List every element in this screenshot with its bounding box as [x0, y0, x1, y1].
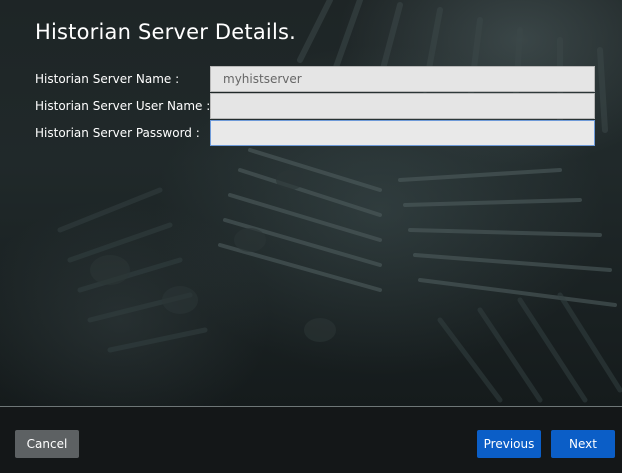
- next-button[interactable]: Next: [551, 430, 615, 458]
- user-name-label: Historian Server User Name :: [35, 99, 211, 113]
- background-image: [0, 0, 622, 406]
- turbine-blades-graphic: [57, 0, 622, 403]
- cancel-button[interactable]: Cancel: [15, 430, 79, 458]
- server-name-label: Historian Server Name :: [35, 72, 180, 86]
- previous-button[interactable]: Previous: [477, 430, 541, 458]
- password-field[interactable]: [210, 120, 595, 146]
- user-name-field[interactable]: [210, 93, 595, 119]
- server-name-field[interactable]: [210, 66, 595, 92]
- page-title: Historian Server Details.: [35, 20, 296, 44]
- password-label: Historian Server Password :: [35, 126, 200, 140]
